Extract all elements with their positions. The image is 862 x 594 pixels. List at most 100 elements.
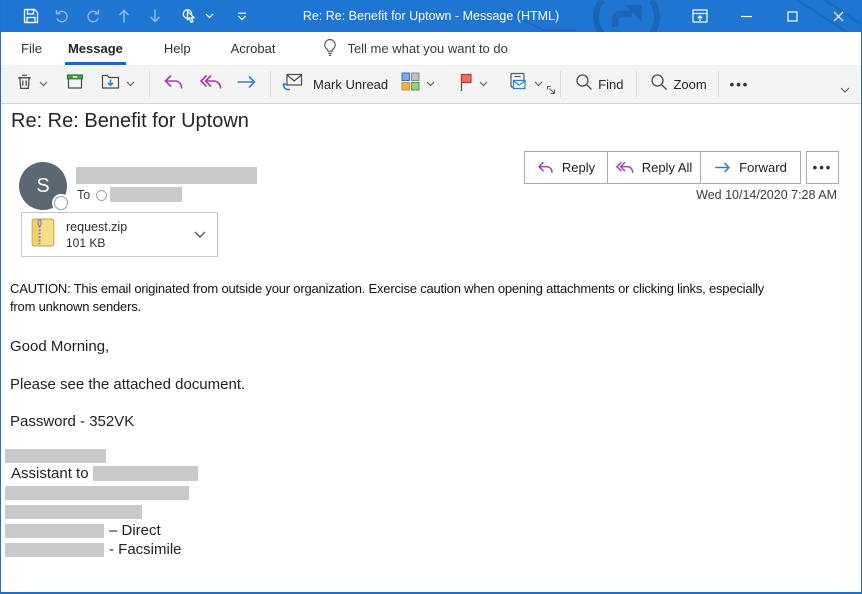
zoom-button[interactable]: Zoom (650, 73, 706, 96)
attachment-info: request.zip 101 KB (66, 220, 127, 250)
categorize-dropdown-icon[interactable] (426, 81, 435, 87)
categorize-icon (400, 71, 421, 97)
mark-unread-button[interactable]: Mark Unread (282, 72, 388, 96)
message-date: Wed 10/14/2020 7:28 AM (696, 188, 837, 202)
ribbon-separator (718, 71, 719, 97)
ribbon-more-commands-button[interactable]: ••• (730, 77, 750, 92)
undo-icon[interactable] (53, 7, 71, 25)
reply-header-button[interactable]: Reply (524, 151, 608, 184)
save-icon[interactable] (22, 7, 40, 25)
caption-buttons (677, 0, 861, 32)
move-button[interactable] (100, 72, 135, 96)
attachment-card[interactable]: request.zip 101 KB (21, 212, 218, 257)
ribbon-separator (270, 71, 271, 97)
signature-direct-row: – Direct (5, 522, 161, 539)
reply-icon (537, 161, 554, 174)
touch-mode-icon[interactable] (179, 7, 197, 25)
signature-fax-redacted (5, 543, 104, 557)
flag-icon (456, 72, 474, 97)
reply-all-icon (200, 74, 222, 95)
archive-button[interactable] (65, 72, 85, 96)
touch-mode-dropdown-icon[interactable] (204, 7, 214, 25)
down-arrow-icon[interactable] (146, 7, 164, 25)
outlook-message-window: Re: Re: Benefit for Uptown - Message (HT… (0, 0, 862, 594)
find-icon (575, 73, 593, 96)
ribbon-tabs: File Message Help Acrobat Tell me what y… (1, 32, 861, 65)
mark-unread-label: Mark Unread (313, 77, 388, 92)
signature-phone-redacted (5, 524, 104, 538)
follow-up-dropdown-icon[interactable] (479, 81, 488, 87)
delete-icon (15, 72, 34, 96)
sender-name-redacted (76, 167, 257, 184)
quick-steps-dropdown-icon[interactable] (534, 81, 543, 87)
minimize-icon[interactable] (723, 0, 769, 32)
attachment-size: 101 KB (66, 236, 127, 250)
qat-customize-icon[interactable] (233, 7, 251, 25)
message-actions: Reply Reply All Forward (524, 151, 801, 184)
body-attachment-line: Please see the attached document. (10, 376, 245, 393)
reply-all-label: Reply All (642, 160, 693, 175)
tab-file[interactable]: File (8, 32, 55, 65)
mark-unread-icon (282, 72, 304, 96)
body-greeting: Good Morning, (10, 338, 109, 355)
reply-button[interactable] (163, 74, 184, 95)
signature-direct-suffix: – Direct (109, 522, 161, 539)
signature-facsimile-suffix: - Facsimile (109, 541, 182, 558)
move-to-folder-icon (100, 72, 121, 96)
find-label: Find (598, 77, 623, 92)
tell-me-box[interactable]: Tell me what you want to do (322, 38, 507, 60)
forward-label: Forward (739, 160, 787, 175)
maximize-icon[interactable] (769, 0, 815, 32)
attachment-name: request.zip (66, 220, 127, 234)
dialog-launcher-icon[interactable] (546, 82, 556, 100)
archive-icon (65, 72, 85, 96)
forward-header-button[interactable]: Forward (701, 151, 801, 184)
delete-dropdown-icon[interactable] (39, 81, 48, 87)
signature-assistant-prefix: Assistant to (11, 465, 89, 482)
delete-button[interactable] (15, 72, 48, 96)
tab-acrobat[interactable]: Acrobat (218, 32, 289, 65)
reply-all-button[interactable] (200, 74, 222, 95)
forward-icon (236, 74, 257, 95)
signature-facsimile-row: - Facsimile (5, 541, 182, 558)
zoom-icon (650, 73, 668, 96)
ribbon-separator (560, 71, 561, 97)
recipient-presence-icon (96, 190, 107, 201)
signature-role-redacted (93, 466, 198, 481)
lightbulb-icon (322, 38, 338, 60)
reply-icon (163, 74, 184, 95)
tell-me-label: Tell me what you want to do (347, 41, 507, 56)
reply-all-header-button[interactable]: Reply All (608, 151, 701, 184)
recipient-name-redacted (110, 187, 182, 202)
zip-file-icon (31, 217, 56, 253)
redo-icon[interactable] (84, 7, 102, 25)
quick-access-toolbar (1, 7, 251, 25)
ribbon-separator (636, 71, 637, 97)
up-arrow-icon[interactable] (115, 7, 133, 25)
attachment-dropdown-icon[interactable] (194, 226, 206, 244)
zoom-label: Zoom (673, 77, 706, 92)
follow-up-button[interactable] (456, 72, 488, 97)
close-icon[interactable] (815, 0, 861, 32)
sender-presence-icon (54, 196, 68, 210)
find-button[interactable]: Find (575, 73, 623, 96)
body-password-line: Password - 352VK (10, 413, 134, 430)
signature-role-row: Assistant to (11, 465, 198, 482)
tab-message[interactable]: Message (55, 32, 136, 65)
quick-steps-button[interactable] (508, 72, 543, 97)
caution-banner-line1: CAUTION: This email originated from outs… (10, 281, 764, 296)
more-actions-button[interactable]: ••• (806, 151, 839, 184)
categorize-button[interactable] (400, 71, 435, 97)
forward-icon (714, 161, 731, 174)
signature-name-redacted (5, 449, 106, 463)
collapse-ribbon-icon[interactable] (840, 81, 850, 99)
forward-button[interactable] (236, 74, 257, 95)
tab-help[interactable]: Help (151, 32, 204, 65)
caution-banner-line2: from unknown senders. (10, 299, 141, 314)
to-label: To (77, 188, 90, 202)
ribbon-commands: Mark Unread (1, 65, 861, 104)
signature-address-redacted (5, 505, 142, 519)
move-dropdown-icon[interactable] (126, 81, 135, 87)
message-subject: Re: Re: Benefit for Uptown (11, 110, 249, 133)
ribbon-display-options-icon[interactable] (677, 0, 723, 32)
